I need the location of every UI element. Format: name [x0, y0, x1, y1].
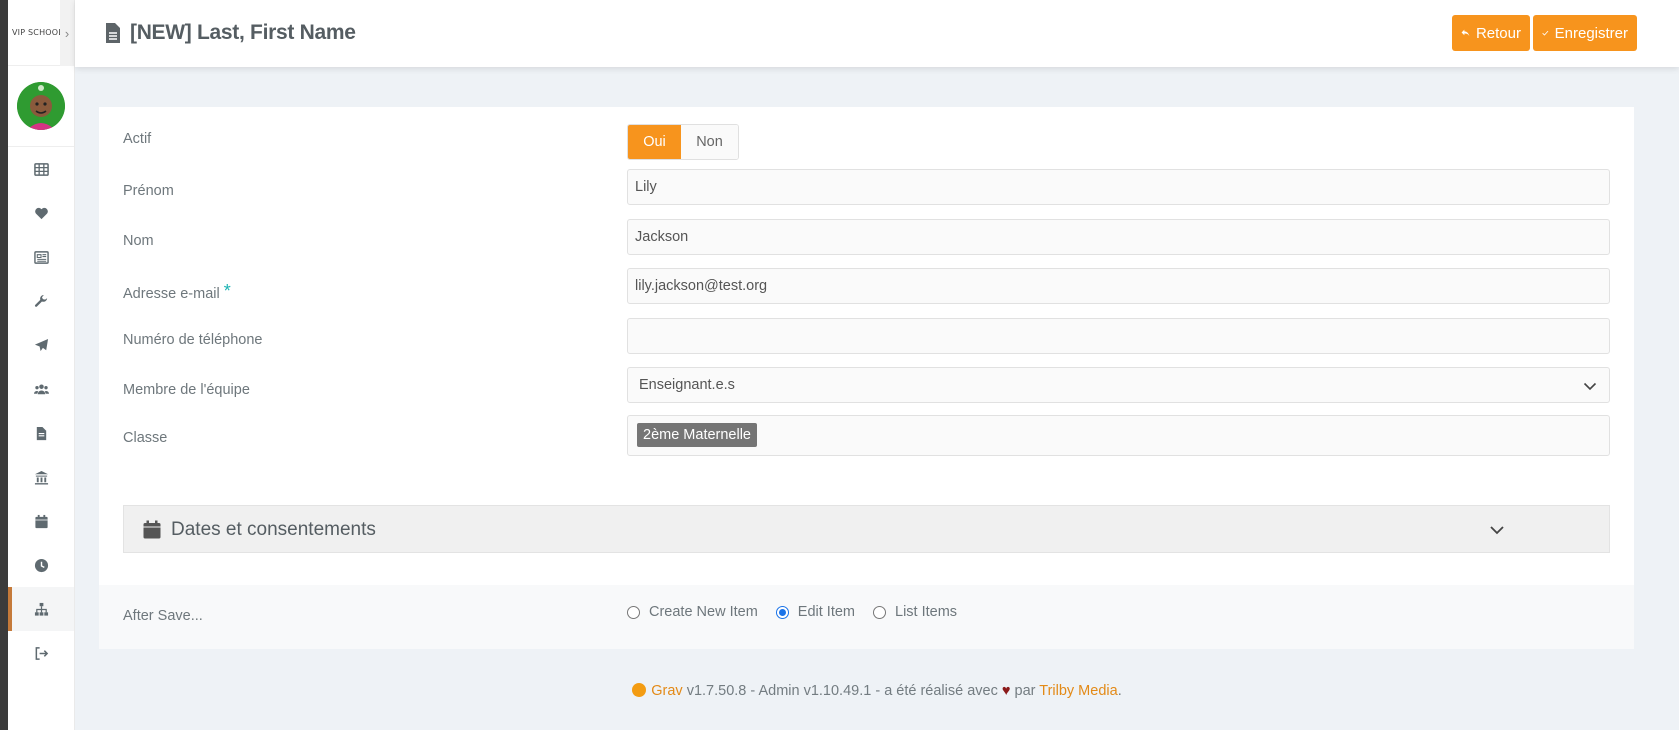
email-label-text: Adresse e-mail: [123, 286, 220, 302]
sidebar-item-news[interactable]: [8, 235, 74, 279]
after-save-create-new[interactable]: Create New Item: [627, 604, 758, 620]
radio-create-new[interactable]: [627, 605, 640, 619]
window-edge: [0, 0, 8, 730]
file-icon: [36, 426, 46, 440]
save-button[interactable]: Enregistrer: [1533, 15, 1637, 51]
heart-icon: [34, 207, 48, 219]
users-icon: [33, 383, 49, 394]
prenom-input[interactable]: Lily: [627, 169, 1610, 205]
after-save-edit-item[interactable]: Edit Item: [775, 604, 856, 620]
clock-icon: [34, 558, 48, 572]
logout-icon: [35, 646, 48, 660]
nom-input[interactable]: Jackson: [627, 219, 1610, 255]
sidebar-item-favorites[interactable]: [8, 191, 74, 235]
sidebar-item-history[interactable]: [8, 543, 74, 587]
chevron-down-icon: [1490, 526, 1504, 535]
trilby-link[interactable]: Trilby Media: [1039, 683, 1117, 699]
actif-toggle: Oui Non: [627, 124, 739, 160]
save-button-label: Enregistrer: [1554, 24, 1628, 42]
classe-label: Classe: [123, 430, 168, 446]
radio-label: Edit Item: [797, 604, 856, 620]
sidebar-item-pages[interactable]: [8, 411, 74, 455]
after-save-list-items[interactable]: List Items: [873, 604, 957, 620]
logo[interactable]: VIP SCHOOL: [12, 28, 63, 37]
back-button[interactable]: Retour: [1452, 15, 1530, 51]
sitemap-icon: [34, 602, 48, 616]
footer: Grav v1.7.50.8 - Admin v1.10.49.1 - a ét…: [75, 683, 1679, 699]
phone-label: Numéro de téléphone: [123, 332, 263, 348]
sidebar-item-tools[interactable]: [8, 279, 74, 323]
radio-label: List Items: [895, 604, 958, 620]
prenom-label: Prénom: [123, 183, 174, 199]
footer-by: par: [1010, 683, 1040, 699]
form-card: Actif Oui Non Prénom Lily Nom Jackson Ad…: [99, 107, 1634, 585]
team-label: Membre de l'équipe: [123, 382, 250, 398]
wrench-icon: [34, 294, 47, 307]
sidebar: VIP SCHOOL ›: [8, 0, 75, 730]
sidebar-item-send[interactable]: [8, 323, 74, 367]
actif-label: Actif: [123, 131, 152, 147]
file-icon: [106, 23, 120, 43]
team-select[interactable]: Enseignant.e.s: [627, 367, 1610, 403]
dates-accordion[interactable]: Dates et consentements: [123, 505, 1610, 553]
radio-edit-item[interactable]: [775, 605, 789, 619]
bank-icon: [34, 470, 48, 485]
paper-plane-icon: [34, 338, 48, 351]
after-save-label: After Save...: [123, 608, 203, 624]
check-icon: [1542, 30, 1549, 36]
sidebar-item-calendar[interactable]: [8, 499, 74, 543]
actif-no-button[interactable]: Non: [681, 125, 738, 159]
chevron-right-icon[interactable]: ›: [60, 0, 74, 66]
footer-end: .: [1117, 683, 1122, 699]
radio-list-items[interactable]: [873, 605, 887, 619]
sidebar-item-structure[interactable]: [8, 587, 74, 631]
logo-row: VIP SCHOOL ›: [8, 0, 74, 66]
phone-input[interactable]: [627, 318, 1610, 354]
newspaper-icon: [33, 250, 49, 264]
sidebar-nav: [8, 147, 74, 675]
version-text: v1.7.50.8 - Admin v1.10.49.1 - a été réa…: [682, 683, 1002, 699]
nom-label: Nom: [123, 233, 154, 249]
after-save-section: After Save... Create New Item Edit Item …: [99, 585, 1634, 649]
radio-label: Create New Item: [649, 604, 758, 620]
sidebar-item-logout[interactable]: [8, 631, 74, 675]
reply-icon: [1461, 29, 1470, 37]
sidebar-item-users[interactable]: [8, 367, 74, 411]
classe-tag[interactable]: 2ème Maternelle: [637, 423, 757, 447]
accordion-title: Dates et consentements: [171, 519, 376, 540]
sidebar-item-institution[interactable]: [8, 455, 74, 499]
actif-yes-button[interactable]: Oui: [628, 125, 681, 159]
avatar[interactable]: [17, 82, 65, 130]
calendar-icon: [143, 520, 161, 539]
team-select-value: Enseignant.e.s: [639, 377, 735, 393]
top-bar: [NEW] Last, First Name Retour Enregistre…: [75, 0, 1679, 67]
chevron-down-icon: [1583, 382, 1597, 391]
page-title: [NEW] Last, First Name: [130, 21, 356, 44]
email-label: Adresse e-mail *: [123, 281, 231, 303]
grav-icon: [632, 683, 647, 697]
avatar-row: [8, 66, 74, 147]
required-marker: *: [223, 281, 231, 301]
email-input[interactable]: lily.jackson@test.org: [627, 268, 1610, 304]
calendar-icon: [34, 514, 48, 528]
back-button-label: Retour: [1475, 24, 1521, 42]
classe-multiselect[interactable]: 2ème Maternelle: [627, 415, 1610, 456]
grid-icon: [33, 162, 49, 176]
sidebar-item-dashboard[interactable]: [8, 147, 74, 191]
after-save-options: Create New Item Edit Item List Items: [627, 604, 975, 620]
grav-link[interactable]: Grav: [651, 683, 682, 699]
